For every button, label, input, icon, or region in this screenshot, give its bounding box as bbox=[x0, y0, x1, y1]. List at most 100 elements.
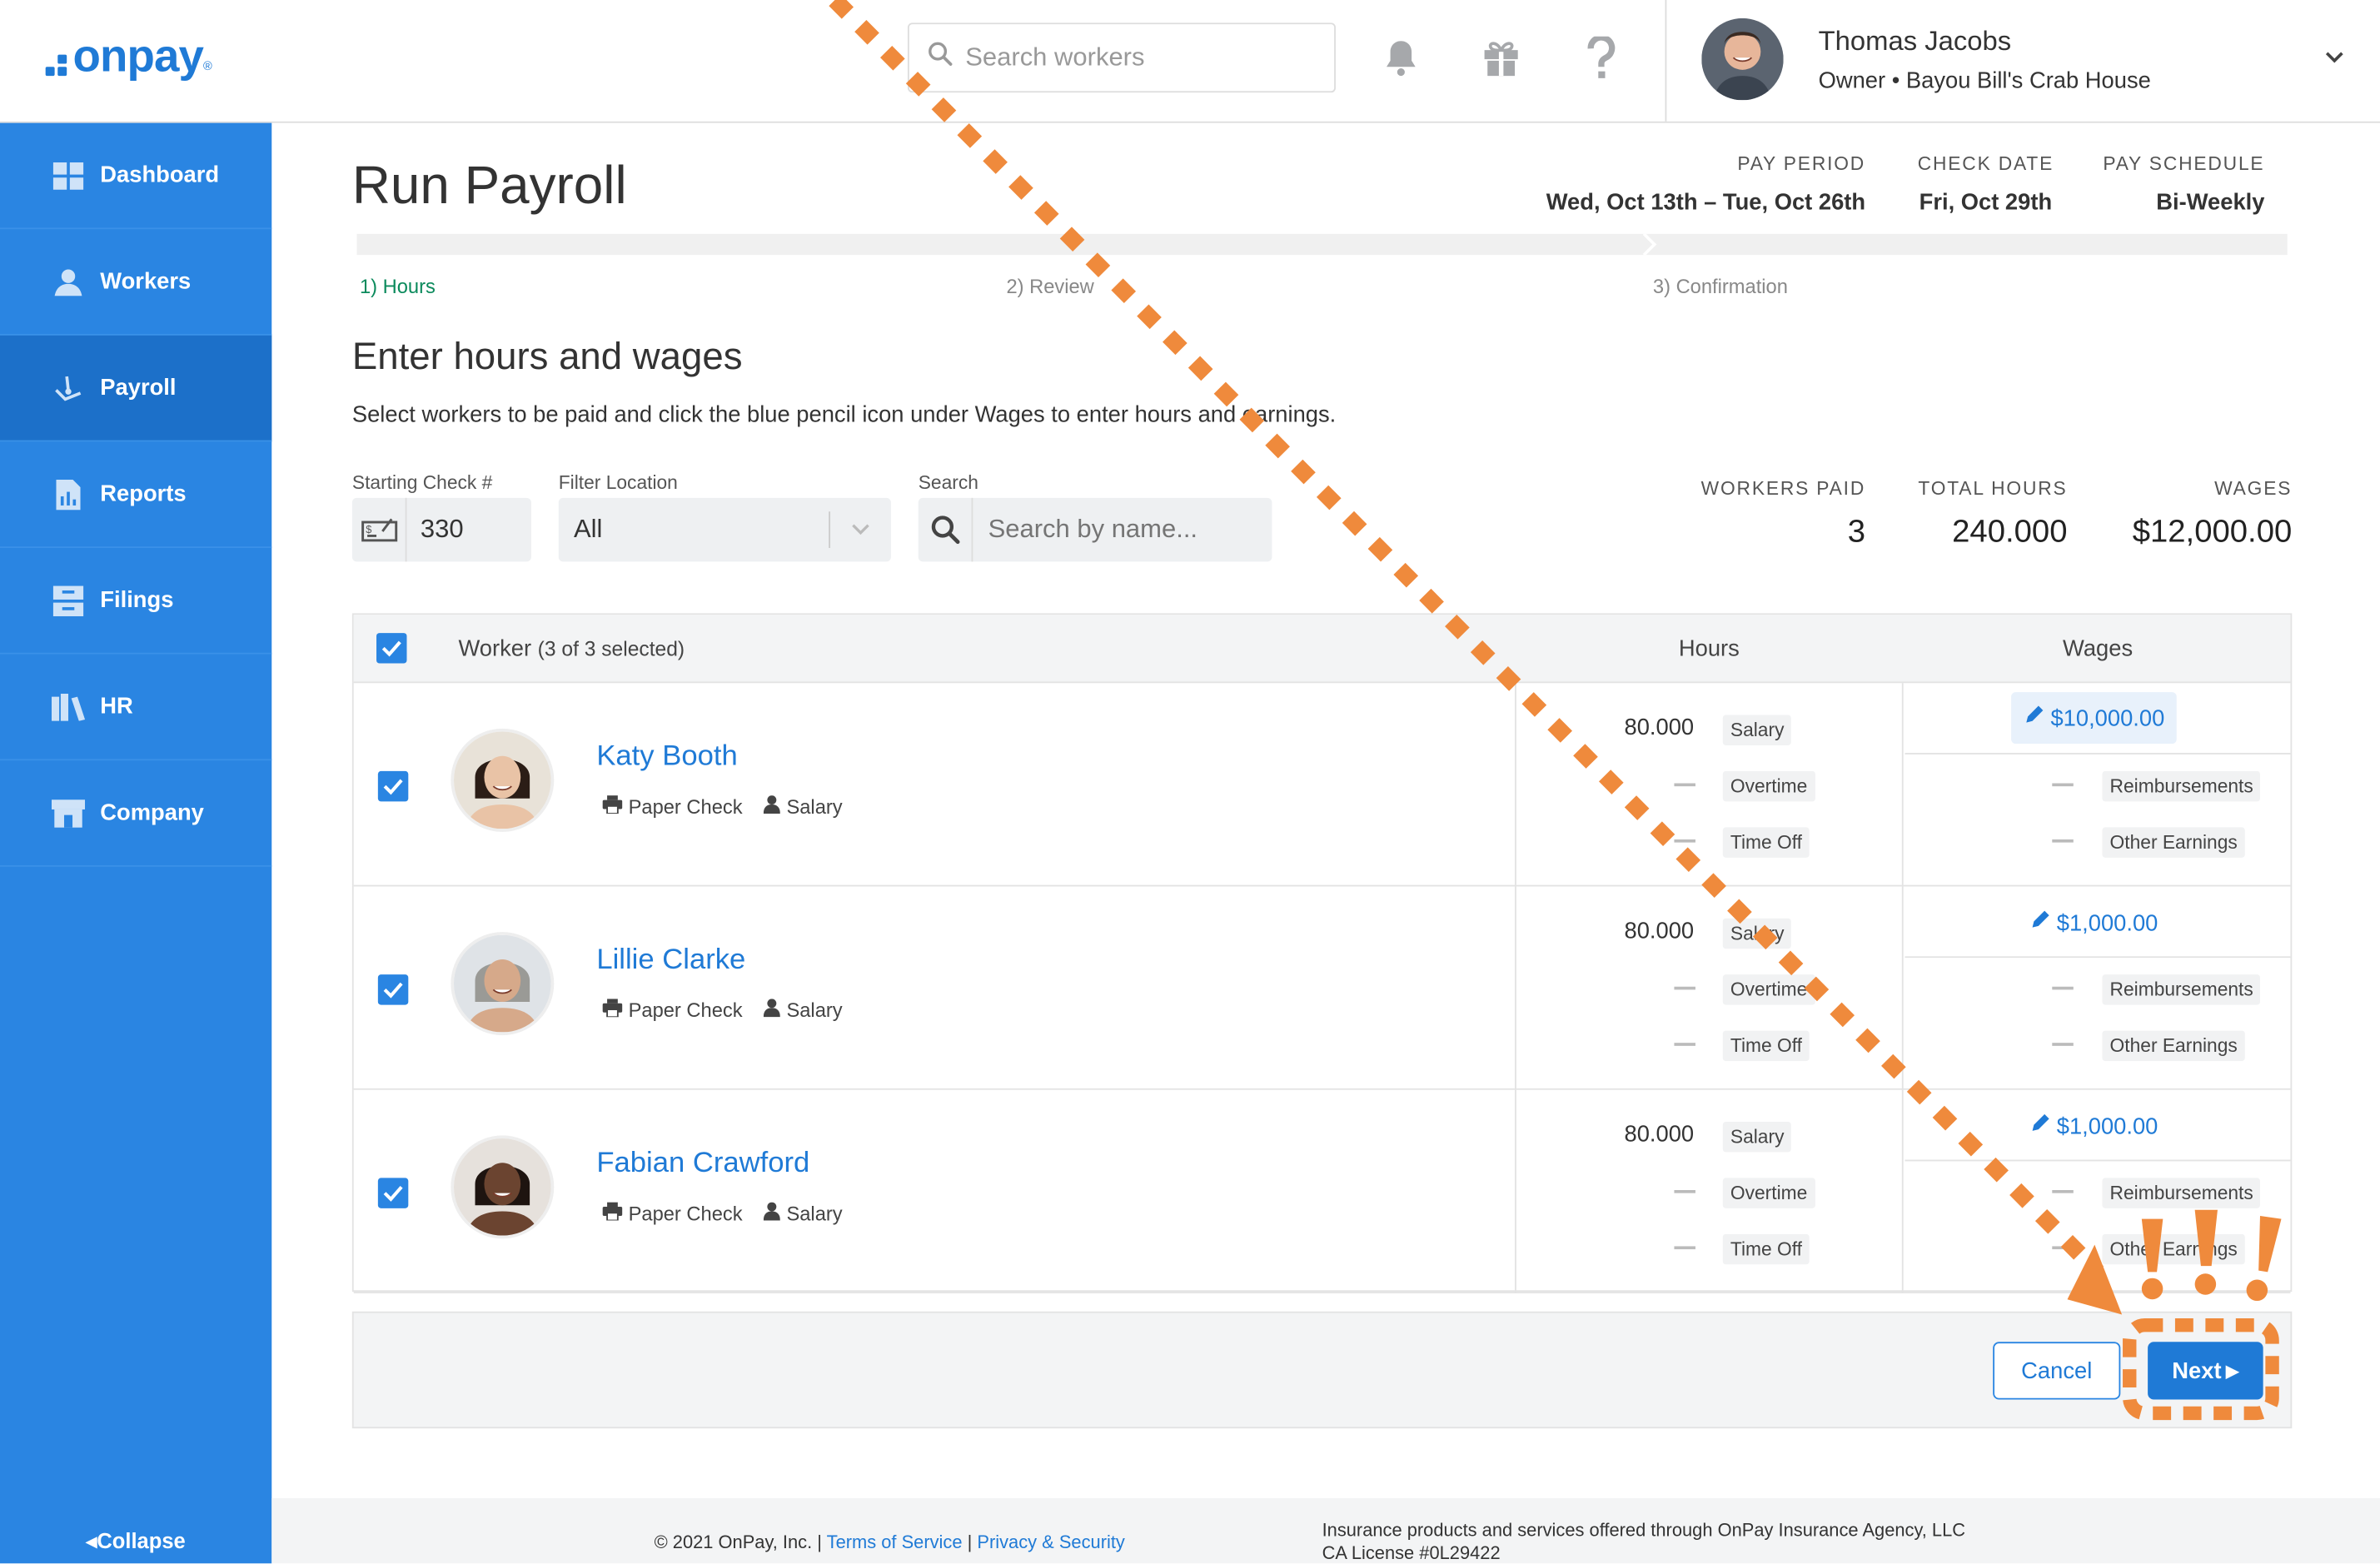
row-checkbox[interactable] bbox=[377, 1178, 409, 1208]
workers-table: Worker (3 of 3 selected) Hours Wages Kat… bbox=[351, 613, 2293, 1293]
workers-icon bbox=[52, 265, 85, 298]
reimbursement-empty bbox=[2052, 783, 2074, 787]
overtime-tag: Overtime bbox=[1722, 974, 1815, 1005]
sidebar-item-company[interactable]: Company bbox=[0, 760, 272, 867]
sidebar-item-workers[interactable]: Workers bbox=[0, 229, 272, 336]
pay-period-label: PAY PERIOD bbox=[1737, 153, 1866, 175]
worker-name[interactable]: Fabian Crawford bbox=[596, 1148, 809, 1181]
wages-value: $12,000.00 bbox=[2132, 514, 2293, 550]
overtime-empty bbox=[1674, 1189, 1695, 1193]
row-checkbox[interactable] bbox=[377, 770, 409, 802]
section-title: Enter hours and wages bbox=[351, 335, 743, 378]
wage-edit-button[interactable]: $10,000.00 bbox=[2011, 692, 2177, 745]
chevron-left-icon: ◂ bbox=[86, 1528, 97, 1553]
timeoff-tag: Time Off bbox=[1722, 1030, 1810, 1062]
person-icon bbox=[764, 1202, 781, 1225]
sidebar-item-label: HR bbox=[100, 693, 133, 720]
cancel-button[interactable]: Cancel bbox=[1993, 1342, 2121, 1400]
company-icon bbox=[51, 796, 86, 829]
worker-name[interactable]: Lillie Clarke bbox=[596, 944, 745, 978]
worker-type: Salary bbox=[786, 1202, 843, 1225]
sidebar-item-label: Reports bbox=[100, 481, 187, 507]
svg-text:$: $ bbox=[365, 523, 371, 535]
reimbursements-tag: Reimbursements bbox=[2102, 770, 2261, 802]
progress-bar bbox=[356, 233, 2288, 256]
wage-divider bbox=[1904, 753, 2291, 755]
printer-icon bbox=[602, 795, 623, 818]
chevron-down-icon[interactable] bbox=[2323, 46, 2347, 77]
column-divider bbox=[1515, 1089, 1516, 1293]
total-hours-label: TOTAL HOURS bbox=[1918, 478, 2068, 500]
user-name: Thomas Jacobs bbox=[1818, 25, 2012, 57]
footer-links: © 2021 OnPay, Inc. | Terms of Service | … bbox=[655, 1532, 1125, 1553]
next-button[interactable]: Next ▶ bbox=[2148, 1342, 2263, 1400]
timeoff-empty bbox=[1674, 1043, 1695, 1046]
worker-avatar bbox=[451, 932, 555, 1036]
workers-paid-label: WORKERS PAID bbox=[1700, 478, 1866, 500]
row-checkbox[interactable] bbox=[377, 974, 409, 1005]
wage-edit-button[interactable]: $1,000.00 bbox=[2029, 909, 2158, 937]
sidebar-item-dashboard[interactable]: Dashboard bbox=[0, 123, 272, 230]
other-earnings-empty bbox=[2052, 1246, 2074, 1250]
wages-label: WAGES bbox=[2214, 478, 2293, 500]
reimbursements-tag: Reimbursements bbox=[2102, 974, 2261, 1005]
sidebar-item-payroll[interactable]: Payroll bbox=[0, 335, 272, 442]
overtime-empty bbox=[1674, 783, 1695, 787]
insurance-line-2: CA License #0L29422 bbox=[1322, 1542, 1501, 1564]
pay-schedule-label: PAY SCHEDULE bbox=[2103, 153, 2265, 175]
salary-tag: Salary bbox=[1722, 1121, 1792, 1153]
printer-icon bbox=[602, 1202, 623, 1225]
user-role: Owner • Bayou Bill's Crab House bbox=[1818, 68, 2151, 95]
search-workers-box[interactable] bbox=[907, 22, 1336, 93]
search-name-input[interactable] bbox=[988, 514, 1262, 545]
sidebar: Dashboard Workers Payroll Reports Filing… bbox=[0, 122, 272, 1564]
pay-schedule: PAY SCHEDULE Bi-Weekly bbox=[2103, 153, 2264, 216]
chevron-down-icon bbox=[830, 522, 891, 537]
terms-link[interactable]: Terms of Service bbox=[827, 1532, 963, 1553]
worker-column-header: Worker (3 of 3 selected) bbox=[458, 636, 685, 662]
hours-value[interactable]: 80.000 bbox=[1572, 1122, 1694, 1148]
sidebar-item-hr[interactable]: HR bbox=[0, 655, 272, 761]
wage-amount: $1,000.00 bbox=[2056, 1113, 2158, 1139]
top-bar: onpay ® Thomas Jacobs Owner • Bayou Bill… bbox=[0, 0, 2380, 123]
search-name-box[interactable] bbox=[918, 497, 1272, 562]
overtime-empty bbox=[1674, 986, 1695, 990]
sidebar-item-reports[interactable]: Reports bbox=[0, 441, 272, 548]
filter-location-label: Filter Location bbox=[558, 471, 678, 494]
help-icon[interactable] bbox=[1579, 33, 1625, 82]
timeoff-empty bbox=[1674, 839, 1695, 843]
user-avatar[interactable] bbox=[1701, 17, 1784, 101]
wage-edit-button[interactable]: $1,000.00 bbox=[2029, 1113, 2158, 1140]
select-all-checkbox[interactable] bbox=[376, 633, 407, 664]
sidebar-item-label: Payroll bbox=[100, 375, 177, 401]
column-divider bbox=[1515, 886, 1516, 1090]
reports-icon bbox=[52, 477, 85, 511]
worker-name[interactable]: Katy Booth bbox=[596, 740, 737, 774]
total-hours-stat: TOTAL HOURS 240.000 bbox=[1918, 478, 2067, 550]
column-divider bbox=[1515, 683, 1516, 887]
starting-check-label: Starting Check # bbox=[351, 471, 493, 494]
search-workers-input[interactable] bbox=[965, 42, 1315, 73]
next-label: Next bbox=[2172, 1357, 2222, 1384]
collapse-label: Collapse bbox=[97, 1528, 186, 1553]
table-row: Fabian Crawford Paper Check Salary 80.00… bbox=[353, 1089, 2291, 1293]
overtime-tag: Overtime bbox=[1722, 770, 1815, 802]
privacy-link[interactable]: Privacy & Security bbox=[977, 1532, 1124, 1553]
starting-check-field[interactable]: $ 330 bbox=[351, 497, 531, 562]
logo-mark bbox=[45, 54, 67, 77]
bell-icon[interactable] bbox=[1378, 33, 1424, 82]
hours-value[interactable]: 80.000 bbox=[1572, 919, 1694, 944]
filter-location-select[interactable]: All bbox=[558, 497, 891, 562]
onpay-logo[interactable]: onpay ® bbox=[45, 27, 212, 88]
gift-icon[interactable] bbox=[1478, 33, 1524, 82]
worker-meta: Paper Check Salary bbox=[602, 795, 843, 818]
sidebar-item-filings[interactable]: Filings bbox=[0, 548, 272, 655]
timeoff-tag: Time Off bbox=[1722, 827, 1810, 858]
step-hours: 1) Hours bbox=[359, 274, 436, 298]
hours-value[interactable]: 80.000 bbox=[1572, 715, 1694, 740]
footer-separator: | bbox=[967, 1532, 973, 1553]
reimbursement-empty bbox=[2052, 1189, 2074, 1193]
logo-text: onpay bbox=[72, 32, 203, 82]
collapse-button[interactable]: ◂Collapse bbox=[0, 1528, 271, 1554]
reimbursement-empty bbox=[2052, 986, 2074, 990]
